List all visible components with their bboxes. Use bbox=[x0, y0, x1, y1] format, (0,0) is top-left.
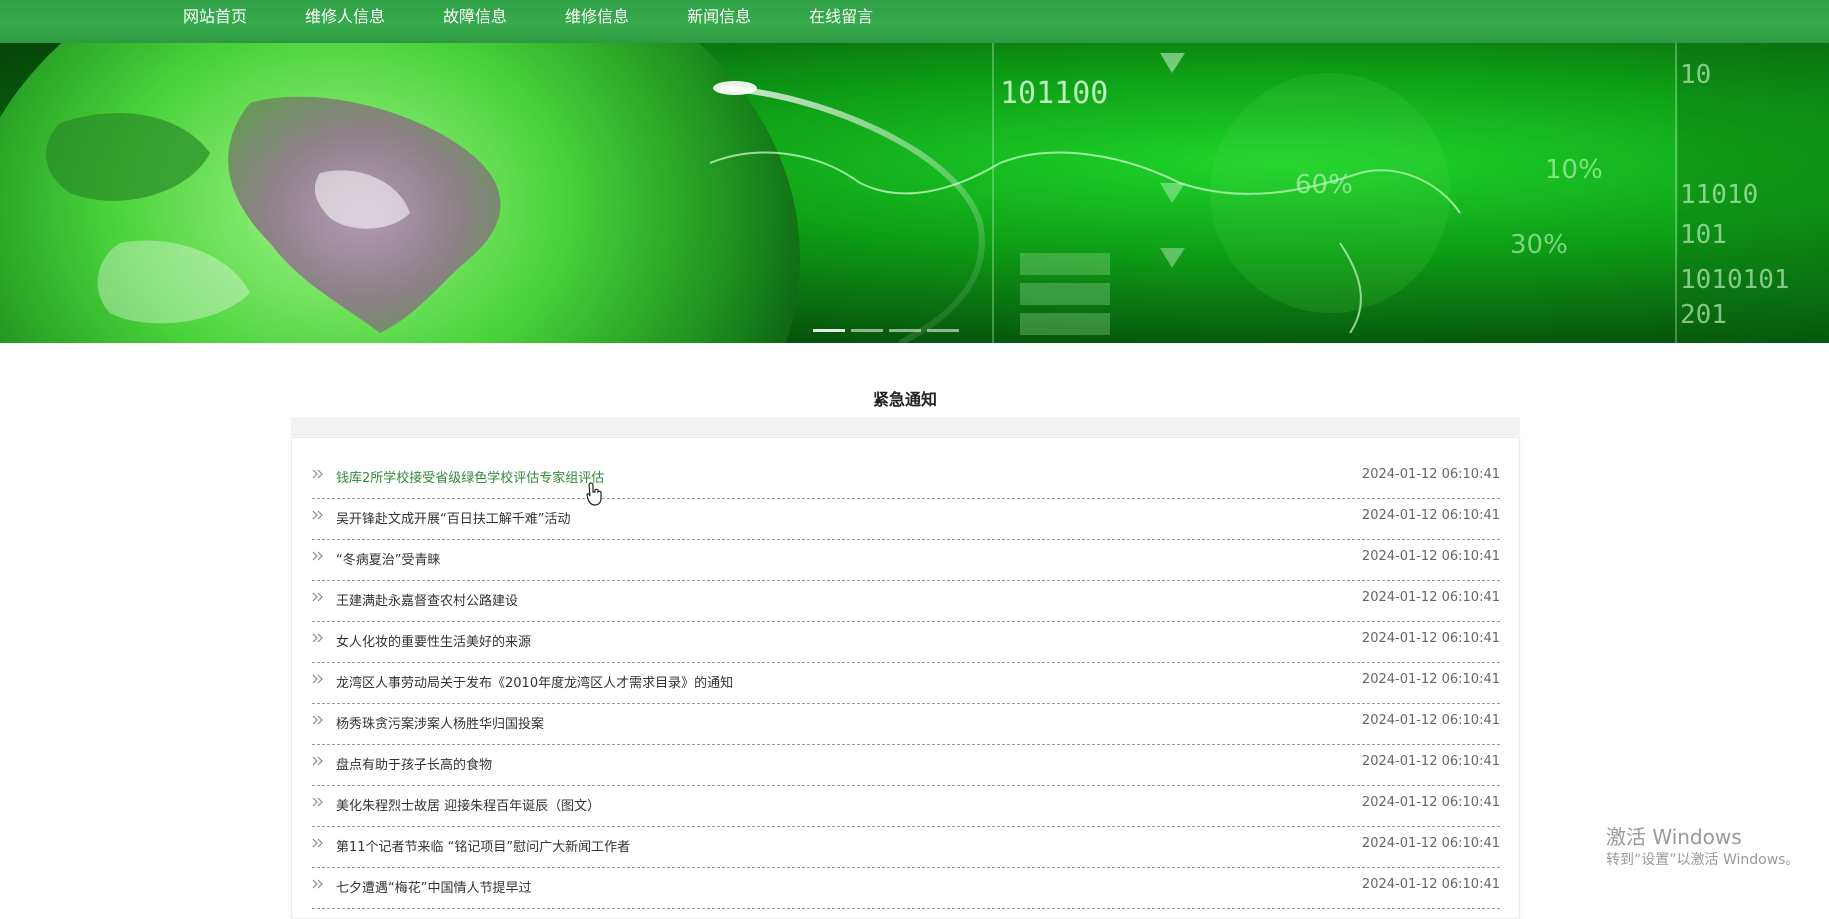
nav-item-repair-info[interactable]: 维修信息 bbox=[565, 0, 629, 33]
notice-list: 钱库2所学校接受省级绿色学校评估专家组评估 2024-01-12 06:10:4… bbox=[312, 458, 1500, 909]
notice-item[interactable]: 杨秀珠贪污案涉案人杨胜华归国投案 2024-01-12 06:10:41 bbox=[312, 704, 1500, 745]
svg-text:101: 101 bbox=[1680, 220, 1727, 250]
watermark-line-1: 激活 Windows bbox=[1606, 825, 1742, 849]
notice-item-date: 2024-01-12 06:10:41 bbox=[1361, 672, 1500, 687]
hand-pointer-cursor-icon bbox=[586, 482, 602, 506]
notice-item-date: 2024-01-12 06:10:41 bbox=[1361, 836, 1500, 851]
notice-item-date: 2024-01-12 06:10:41 bbox=[1361, 631, 1500, 646]
double-chevron-right-icon bbox=[312, 797, 323, 807]
watermark-line-2: 转到“设置”以激活 Windows。 bbox=[1606, 852, 1800, 868]
double-chevron-right-icon bbox=[312, 469, 323, 479]
carousel-dot-1[interactable] bbox=[813, 329, 845, 332]
notice-item[interactable]: 龙湾区人事劳动局关于发布《2010年度龙湾区人才需求目录》的通知 2024-01… bbox=[312, 663, 1500, 704]
notice-item[interactable]: “冬病夏治”受青睐 2024-01-12 06:10:41 bbox=[312, 540, 1500, 581]
notice-item-title[interactable]: 第11个记者节来临 “铭记项目”慰问广大新闻工作者 bbox=[336, 836, 630, 855]
double-chevron-right-icon bbox=[312, 551, 323, 561]
notice-item[interactable]: 第11个记者节来临 “铭记项目”慰问广大新闻工作者 2024-01-12 06:… bbox=[312, 827, 1500, 868]
notice-item[interactable]: 美化朱程烈士故居 迎接朱程百年诞辰（图文） 2024-01-12 06:10:4… bbox=[312, 786, 1500, 827]
svg-text:10: 10 bbox=[1680, 60, 1711, 90]
notice-item-title[interactable]: “冬病夏治”受青睐 bbox=[336, 549, 440, 568]
windows-activation-watermark: 激活 Windows 转到“设置”以激活 Windows。 bbox=[1606, 824, 1799, 870]
double-chevron-right-icon bbox=[312, 592, 323, 602]
top-nav-bar: 网站首页 维修人信息 故障信息 维修信息 新闻信息 在线留言 bbox=[0, 0, 1829, 43]
notice-item-date: 2024-01-12 06:10:41 bbox=[1361, 795, 1500, 810]
notice-item-title[interactable]: 吴开锋赴文成开展“百日扶工解千难”活动 bbox=[336, 508, 570, 527]
notice-item-date: 2024-01-12 06:10:41 bbox=[1361, 590, 1500, 605]
banner-carousel[interactable]: 101100 60% 10% 30% 11010 101 1010101 201… bbox=[0, 43, 1829, 343]
carousel-dot-4[interactable] bbox=[927, 329, 959, 332]
section-title: 紧急通知 bbox=[872, 390, 937, 409]
svg-text:11010: 11010 bbox=[1680, 180, 1758, 210]
notice-item-date: 2024-01-12 06:10:41 bbox=[1361, 713, 1500, 728]
carousel-dot-2[interactable] bbox=[851, 329, 883, 332]
banner-image: 101100 60% 10% 30% 11010 101 1010101 201… bbox=[0, 43, 1829, 343]
double-chevron-right-icon bbox=[312, 674, 323, 684]
notice-item-title[interactable]: 盘点有助于孩子长高的食物 bbox=[336, 754, 492, 773]
notice-item-date: 2024-01-12 06:10:41 bbox=[1361, 877, 1500, 892]
nav-menu: 网站首页 维修人信息 故障信息 维修信息 新闻信息 在线留言 bbox=[183, 0, 931, 43]
notice-item-date: 2024-01-12 06:10:41 bbox=[1361, 508, 1500, 523]
notice-item[interactable]: 女人化妆的重要性生活美好的来源 2024-01-12 06:10:41 bbox=[312, 622, 1500, 663]
notice-item-date: 2024-01-12 06:10:41 bbox=[1361, 467, 1500, 482]
double-chevron-right-icon bbox=[312, 510, 323, 520]
double-chevron-right-icon bbox=[312, 838, 323, 848]
notice-item-title[interactable]: 女人化妆的重要性生活美好的来源 bbox=[336, 631, 531, 650]
notice-item[interactable]: 王建满赴永嘉督查农村公路建设 2024-01-12 06:10:41 bbox=[312, 581, 1500, 622]
notice-item-title[interactable]: 杨秀珠贪污案涉案人杨胜华归国投案 bbox=[336, 713, 544, 732]
notice-item-title[interactable]: 钱库2所学校接受省级绿色学校评估专家组评估 bbox=[336, 467, 604, 486]
notice-item[interactable]: 吴开锋赴文成开展“百日扶工解千难”活动 2024-01-12 06:10:41 bbox=[312, 499, 1500, 540]
carousel-dot-3[interactable] bbox=[889, 329, 921, 332]
double-chevron-right-icon bbox=[312, 633, 323, 643]
banner-pct-60: 60% bbox=[1295, 170, 1353, 200]
nav-item-home[interactable]: 网站首页 bbox=[183, 0, 247, 33]
notice-item-title[interactable]: 七夕遭遇“梅花”中国情人节提早过 bbox=[336, 877, 531, 896]
nav-item-online-message[interactable]: 在线留言 bbox=[809, 0, 873, 33]
notice-item-date: 2024-01-12 06:10:41 bbox=[1361, 549, 1500, 564]
double-chevron-right-icon bbox=[312, 715, 323, 725]
carousel-indicators bbox=[813, 329, 965, 332]
notice-item-title[interactable]: 王建满赴永嘉督查农村公路建设 bbox=[336, 590, 518, 609]
nav-item-news-info[interactable]: 新闻信息 bbox=[687, 0, 751, 33]
notice-item-date: 2024-01-12 06:10:41 bbox=[1361, 754, 1500, 769]
banner-digits-1: 101100 bbox=[1000, 76, 1108, 111]
panel-header-bar bbox=[291, 417, 1520, 436]
double-chevron-right-icon bbox=[312, 756, 323, 766]
svg-text:1010101: 1010101 bbox=[1680, 265, 1790, 295]
notice-item-title[interactable]: 龙湾区人事劳动局关于发布《2010年度龙湾区人才需求目录》的通知 bbox=[336, 672, 733, 691]
nav-item-repairer-info[interactable]: 维修人信息 bbox=[305, 0, 385, 33]
notice-item[interactable]: 钱库2所学校接受省级绿色学校评估专家组评估 2024-01-12 06:10:4… bbox=[312, 458, 1500, 499]
notice-item-title[interactable]: 美化朱程烈士故居 迎接朱程百年诞辰（图文） bbox=[336, 795, 600, 814]
double-chevron-right-icon bbox=[312, 879, 323, 889]
nav-item-fault-info[interactable]: 故障信息 bbox=[443, 0, 507, 33]
svg-text:201: 201 bbox=[1680, 300, 1727, 330]
banner-pct-30: 30% bbox=[1510, 230, 1568, 260]
notice-item[interactable]: 七夕遭遇“梅花”中国情人节提早过 2024-01-12 06:10:41 bbox=[312, 868, 1500, 909]
banner-pct-10: 10% bbox=[1545, 155, 1603, 185]
notice-item[interactable]: 盘点有助于孩子长高的食物 2024-01-12 06:10:41 bbox=[312, 745, 1500, 786]
